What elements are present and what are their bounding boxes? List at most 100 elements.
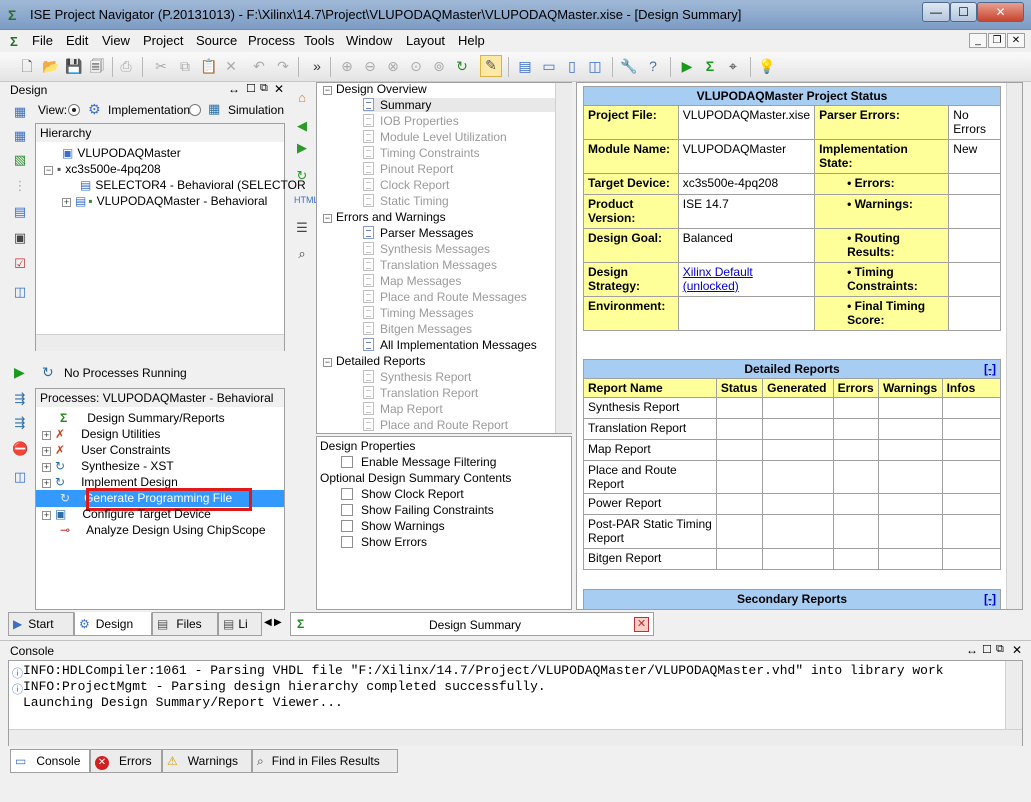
back-icon[interactable]: ◀ [294, 118, 310, 134]
summary-tree-item[interactable]: Timing Messages [363, 306, 474, 320]
implementation-radio[interactable] [68, 104, 80, 116]
summary-tree-item[interactable]: Map Report [363, 402, 443, 416]
collapse-icon[interactable]: − [323, 214, 332, 223]
undo-icon[interactable]: ↶ [250, 57, 268, 75]
summary-tree-item[interactable]: Clock Report [363, 178, 449, 192]
run-process-icon[interactable]: ▶ [14, 364, 25, 381]
console-hscroll[interactable] [9, 729, 1022, 746]
summary-tree-item[interactable]: Pinout Report [363, 162, 453, 176]
mdi-minimize-button[interactable]: _ [969, 33, 987, 48]
design-summary-icon[interactable]: ✎ [480, 55, 502, 77]
toolbar-overflow-icon[interactable]: » [308, 57, 326, 75]
collapse-icon[interactable]: − [323, 86, 332, 95]
telescope-icon[interactable]: ⌖ [724, 57, 742, 75]
menu-process[interactable]: Process [248, 33, 295, 48]
mdi-close-button[interactable]: ✕ [1007, 33, 1025, 48]
enable-filtering-checkbox[interactable] [341, 456, 353, 468]
summary-tree-item[interactable]: Translation Report [363, 386, 478, 400]
summary-tree-vscroll[interactable] [555, 83, 572, 433]
menu-window[interactable]: Window [346, 33, 392, 48]
report-name-cell[interactable]: Translation Report [583, 418, 717, 440]
show-errors-checkbox[interactable] [341, 536, 353, 548]
panel-float-button[interactable]: ↔ [228, 82, 240, 96]
copy-icon[interactable]: ⧉ [176, 57, 194, 75]
summary-tree-item[interactable]: Place and Route Messages [363, 290, 527, 304]
enable-filtering-option[interactable]: Enable Message Filtering [341, 455, 496, 469]
summary-tree-item[interactable]: Map Messages [363, 274, 461, 288]
report-name-cell[interactable]: Bitgen Report [583, 548, 717, 570]
collapse-icon[interactable]: − [323, 358, 332, 367]
tab-start[interactable]: ▶ Start [8, 612, 74, 636]
console-float-button[interactable]: ↔ [966, 643, 978, 657]
print-icon[interactable]: ⎙ [117, 57, 135, 75]
rerun-icon[interactable]: ⇶ [12, 391, 28, 407]
tab-design-summary[interactable]: Σ Design Summary ✕ [290, 612, 654, 636]
help-pointer-icon[interactable]: ? [644, 57, 662, 75]
menu-source[interactable]: Source [196, 33, 237, 48]
menu-tools[interactable]: Tools [304, 33, 334, 48]
tab-libraries[interactable]: ▤ Li [218, 612, 262, 636]
process-chipscope[interactable]: ⊸ Analyze Design Using ChipScope [60, 523, 266, 537]
panel-restore-button[interactable]: ☐ [246, 82, 256, 95]
wrench-icon[interactable]: 🔧 [620, 57, 638, 75]
new-file-icon[interactable]: 🗋 [18, 57, 36, 75]
hierarchy-hscroll[interactable] [36, 334, 284, 351]
run-icon[interactable]: ▶ [678, 57, 696, 75]
redo-icon[interactable]: ↷ [274, 57, 292, 75]
refresh-summary-icon[interactable]: ↻ [294, 168, 310, 184]
rerun-all-icon[interactable]: ⇶ [12, 415, 28, 431]
summary-view-vscroll[interactable] [1006, 83, 1022, 609]
close-button[interactable]: ✕ [977, 2, 1024, 22]
zoom-in-icon[interactable]: ⊕ [338, 57, 356, 75]
home-icon[interactable]: ⌂ [294, 90, 310, 106]
save-all-icon[interactable]: 🗐 [88, 57, 106, 75]
process-design-summary[interactable]: Σ Design Summary/Reports [60, 411, 225, 425]
process-synthesize[interactable]: + ↻ Synthesize - XST [42, 459, 174, 473]
menu-layout[interactable]: Layout [406, 33, 445, 48]
zoom-full-icon[interactable]: ⊗ [384, 57, 402, 75]
summary-tree-item[interactable]: Synthesis Report [363, 370, 471, 384]
summary-tree-item[interactable]: Synthesis Messages [363, 242, 490, 256]
tree-item-top-module[interactable]: + ▤ ▪ VLUPODAQMaster - Behavioral [62, 194, 267, 208]
simulation-radio[interactable] [189, 104, 201, 116]
process-design-utilities[interactable]: + ✗ Design Utilities [42, 427, 160, 441]
console-close-button[interactable]: ✕ [1012, 643, 1022, 657]
menu-help[interactable]: Help [458, 33, 485, 48]
summary-tree-item[interactable]: Summary [363, 98, 555, 112]
tile-horizontal-icon[interactable]: ▭ [540, 57, 558, 75]
tab-errors[interactable]: ✕ Errors [90, 749, 162, 773]
tab-scroll-left-icon[interactable]: ◀ [264, 617, 272, 628]
process-configure-target[interactable]: + ▣ Configure Target Device [42, 507, 211, 521]
lightbulb-icon[interactable]: 💡 [758, 57, 776, 75]
console-maximize-button[interactable]: ⧉ [996, 643, 1004, 656]
summary-tree-item[interactable]: All Implementation Messages [363, 338, 537, 352]
refresh-icon[interactable]: ↻ [453, 57, 471, 75]
summary-section-header[interactable]: − Errors and Warnings [323, 210, 446, 224]
summary-section-header[interactable]: − Design Overview [323, 83, 427, 96]
zoom-out-icon[interactable]: ⊖ [361, 57, 379, 75]
tree-item-selector4[interactable]: ▤ SELECTOR4 - Behavioral (SELECTOR [80, 178, 306, 192]
panel-close-button[interactable]: ✕ [274, 82, 284, 96]
save-icon[interactable]: 💾 [65, 57, 83, 75]
tree-item-project[interactable]: ▣ VLUPODAQMaster [62, 146, 181, 160]
tile-vertical-icon[interactable]: ▯ [563, 57, 581, 75]
console-restore-button[interactable]: ☐ [982, 643, 992, 656]
float-window-icon[interactable]: ◫ [586, 57, 604, 75]
delete-icon[interactable]: ✕ [222, 57, 240, 75]
show-failing-checkbox[interactable] [341, 504, 353, 516]
report-name-cell[interactable]: Place and Route Report [583, 460, 717, 494]
process-user-constraints[interactable]: + ✗ User Constraints [42, 443, 170, 457]
tab-design[interactable]: ⚙ Design [74, 612, 152, 636]
show-clock-option[interactable]: Show Clock Report [341, 487, 464, 501]
minimize-button[interactable]: — [922, 2, 950, 22]
menu-edit[interactable]: Edit [66, 33, 88, 48]
process-implement-design[interactable]: + ↻ Implement Design [42, 475, 178, 489]
tree-item-device[interactable]: − ▪ xc3s500e-4pq208 [44, 162, 161, 176]
summary-tree-item[interactable]: Static Timing [363, 194, 449, 208]
show-clock-checkbox[interactable] [341, 488, 353, 500]
report-name-cell[interactable]: Power Report [583, 493, 717, 515]
zoom-fit-icon[interactable]: ⊙ [407, 57, 425, 75]
summary-tree-item[interactable]: Bitgen Messages [363, 322, 472, 336]
report-name-cell[interactable]: Synthesis Report [583, 397, 717, 419]
process-view-icon[interactable]: ◫ [12, 469, 28, 485]
